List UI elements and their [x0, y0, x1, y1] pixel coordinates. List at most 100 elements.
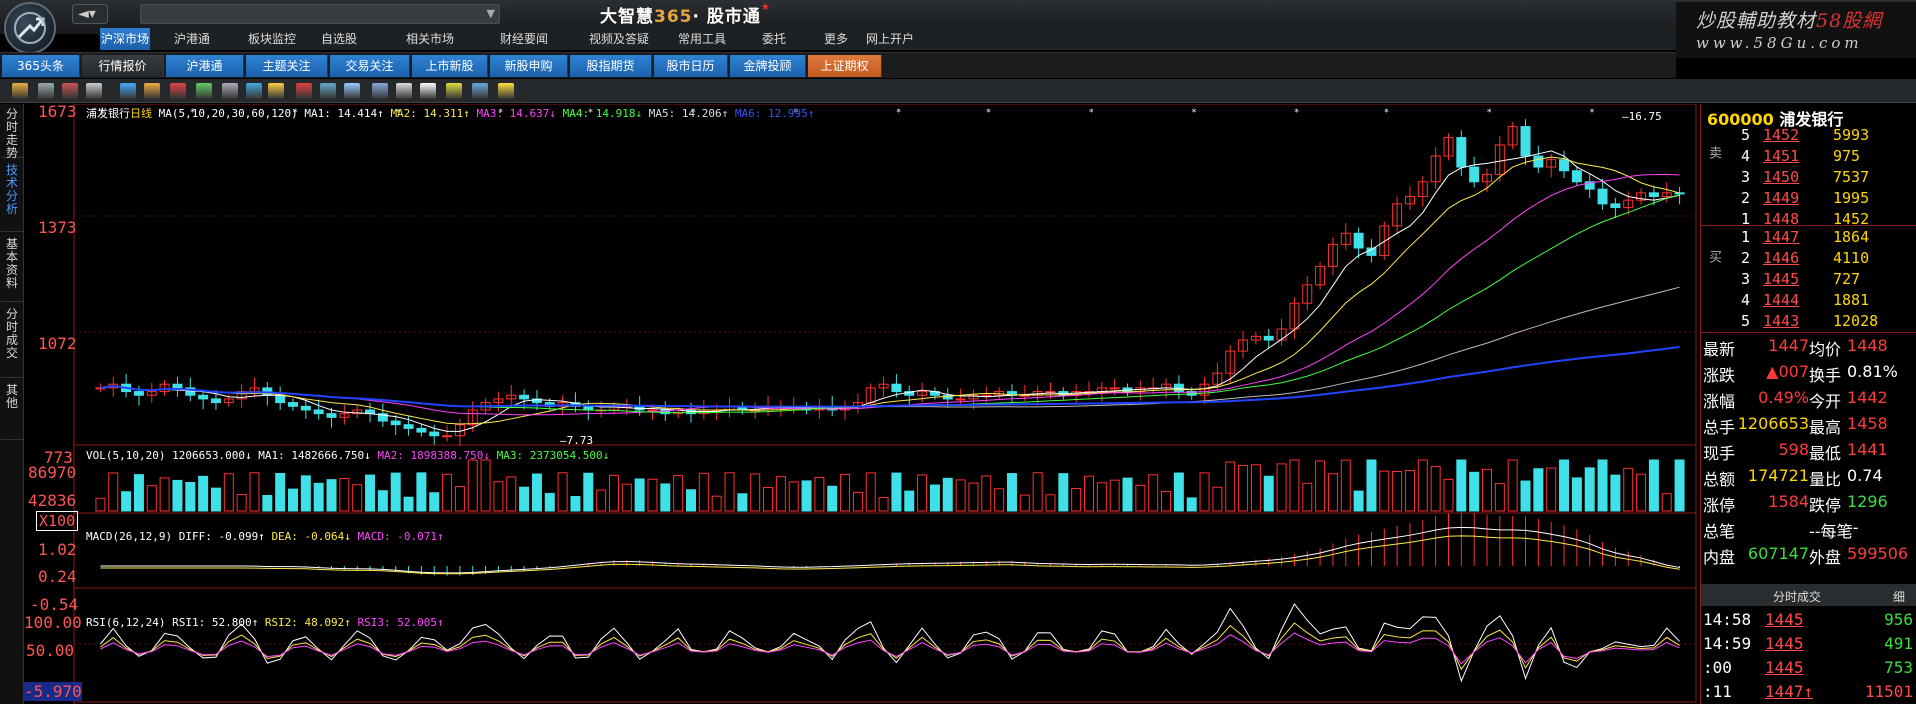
stat-label: 总笔	[1703, 522, 1736, 541]
flag-icon[interactable]	[170, 83, 186, 99]
volume-bar	[942, 477, 953, 512]
volume-bar	[210, 487, 221, 512]
candle-body	[1109, 387, 1120, 390]
side-tab[interactable]: 基本资料	[1, 234, 23, 302]
nav1-item[interactable]: 相关市场	[396, 28, 464, 50]
side-tab[interactable]: 分时成交	[1, 304, 23, 378]
tick-row[interactable]: 14:59 1445 491	[1701, 634, 1916, 660]
list-icon[interactable]	[86, 83, 102, 99]
zoom-icon[interactable]	[38, 83, 54, 99]
volume-bar	[544, 492, 555, 512]
candle-body	[390, 420, 401, 426]
volume-bar	[223, 473, 234, 512]
orderbook-price: 1449	[1763, 189, 1800, 207]
orderbook-price: 1450	[1763, 168, 1800, 186]
side-tab[interactable]: 分时走势	[1, 104, 23, 160]
indicator-icon[interactable]	[196, 83, 212, 99]
event-marker: *	[1590, 108, 1595, 118]
volume-bar	[1584, 467, 1595, 512]
nav2-item[interactable]: 新股申购	[490, 55, 568, 77]
back-button[interactable]: ◄▾	[72, 4, 108, 24]
side-tab[interactable]: 其他	[1, 380, 23, 440]
volume-bar	[1276, 463, 1287, 512]
nav1-item[interactable]: 委托	[748, 28, 800, 50]
print-icon[interactable]	[372, 83, 388, 99]
app-logo-icon[interactable]	[4, 2, 56, 54]
volume-bar	[1212, 486, 1223, 512]
compare-icon[interactable]	[222, 83, 238, 99]
rsi-tick: -5.970	[24, 682, 82, 701]
tick-row[interactable]: :11 1447↑ 11501	[1701, 682, 1916, 704]
side-tab[interactable]: 技术分析	[1, 160, 23, 232]
save-icon[interactable]	[344, 83, 360, 99]
calculator-icon[interactable]	[396, 83, 412, 99]
stat-value: ▲007	[1766, 362, 1809, 381]
nav2-item[interactable]: 股指期货	[570, 55, 652, 77]
diamond-icon[interactable]	[498, 83, 514, 99]
volume-bar	[121, 491, 132, 512]
nav1-item[interactable]: 板块监控	[240, 28, 304, 50]
ticks-header[interactable]: 分时成交细	[1701, 584, 1916, 606]
nav1-item[interactable]: 网上开户	[860, 28, 920, 50]
info-icon[interactable]	[420, 83, 436, 99]
stat-label: 现手	[1703, 444, 1736, 463]
rsi-header: RSI(6,12,24) RSI1: 52.800↑ RSI2: 48.092↑…	[86, 616, 444, 629]
stat-value: 0.74	[1847, 466, 1883, 485]
stat-label: 最新	[1703, 340, 1736, 359]
nav1-item[interactable]: 视频及答疑	[584, 28, 654, 50]
fullscreen-icon[interactable]	[472, 83, 488, 99]
volume-bar	[1250, 464, 1261, 512]
window-icon[interactable]	[320, 83, 336, 99]
volume-bar	[236, 493, 247, 512]
watermark-banner: 炒股輔助教材58股網 www.58Gu.com	[1676, 2, 1916, 58]
volume-bar	[454, 486, 465, 512]
search-icon[interactable]	[62, 83, 78, 99]
nav2-item[interactable]: 金牌投顾	[730, 55, 806, 77]
open-icon[interactable]	[12, 83, 28, 99]
ma1-value: MA1: 14.414↑	[304, 107, 384, 120]
chevron-down-icon[interactable]: ▼	[487, 7, 495, 20]
draw-icon[interactable]	[296, 83, 312, 99]
star-icon: ★	[760, 2, 771, 13]
stat-label: 涨幅	[1703, 392, 1736, 411]
candle-body	[1533, 155, 1544, 168]
nav1-item[interactable]: 沪港通	[162, 28, 222, 50]
nav1-item[interactable]: 常用工具	[670, 28, 734, 50]
nav2-item[interactable]: 行情报价	[82, 55, 164, 77]
nav2-item[interactable]: 365头条	[2, 55, 80, 77]
volume-bar	[531, 473, 542, 512]
tick-row[interactable]: 14:58 1445 956	[1701, 610, 1916, 636]
nav1-item[interactable]: 更多	[816, 28, 856, 50]
nav2-item[interactable]: 上市新股	[412, 55, 488, 77]
nav1-item[interactable]: 财经要闻	[492, 28, 556, 50]
nav2-item[interactable]: 沪港通	[166, 55, 244, 77]
volume-bar	[480, 459, 491, 512]
nav1-item[interactable]: 自选股	[310, 28, 368, 50]
bell-icon[interactable]	[268, 83, 284, 99]
orderbook-level: 4	[1741, 147, 1751, 165]
volume-bar	[788, 481, 799, 512]
address-input[interactable]: ▼	[140, 4, 500, 24]
line-icon[interactable]	[144, 83, 160, 99]
volume-bar	[108, 472, 119, 512]
volume-bar	[698, 472, 709, 512]
orderbook-price: 1451	[1763, 147, 1800, 165]
volume-bar	[1623, 467, 1634, 512]
nav1-item[interactable]: 沪深市场	[100, 28, 150, 50]
candle-body	[1559, 159, 1570, 172]
settings-icon[interactable]	[446, 83, 462, 99]
nav2-item[interactable]: 交易关注	[330, 55, 410, 77]
tick-row[interactable]: :00 1445 753	[1701, 658, 1916, 684]
orderbook-level: 2	[1741, 189, 1751, 207]
stat-label: 总手	[1703, 418, 1736, 437]
ma-params: MA(5,10,20,30,60,120)	[158, 107, 298, 120]
chart-canvas[interactable]: * * * * * * * * * * * * * * * *	[24, 104, 1700, 704]
tick-volume: 491	[1884, 634, 1913, 653]
chart-area[interactable]: * * * * * * * * * * * * * * * * 浦发银行日线 MA(5,10,20,30,60…	[24, 102, 1700, 704]
move-icon[interactable]	[120, 83, 136, 99]
nav2-item[interactable]: 上证期权	[808, 55, 882, 77]
main-header: 浦发银行日线 MA(5,10,20,30,60,120) MA1: 14.414…	[86, 105, 814, 121]
nav2-item[interactable]: 股市日历	[654, 55, 728, 77]
nav2-item[interactable]: 主题关注	[246, 55, 328, 77]
chart-icon[interactable]	[246, 83, 262, 99]
